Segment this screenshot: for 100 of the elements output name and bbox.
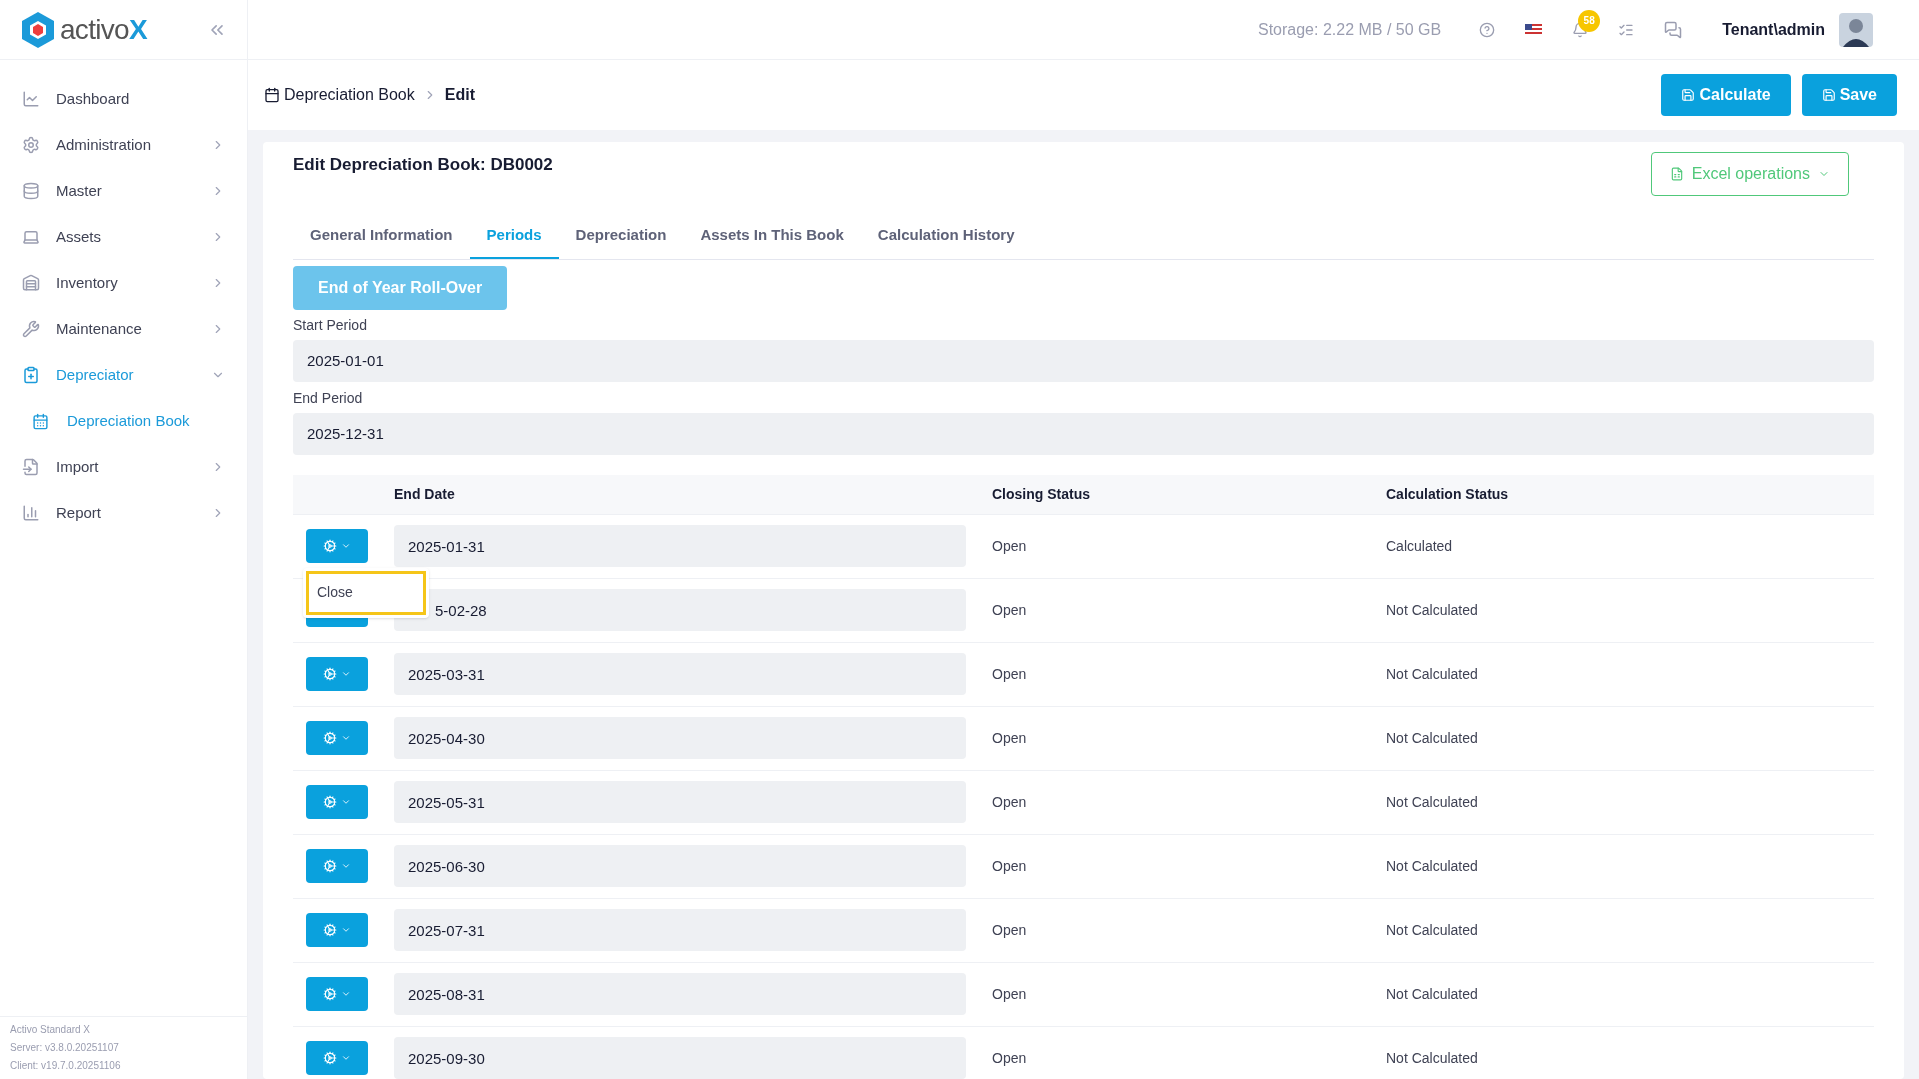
caret-icon: [341, 541, 351, 551]
calculation-status: Not Calculated: [1386, 984, 1478, 1004]
closing-status: Open: [992, 856, 1028, 876]
version-text: Server: v3.8.0.20251107: [10, 1041, 120, 1055]
start-period-field[interactable]: 2025-01-01: [293, 339, 1874, 382]
caret-icon: [341, 989, 351, 999]
caret-icon: [341, 861, 351, 871]
gear-icon: [323, 923, 337, 937]
sidebar-item[interactable]: Administration: [0, 122, 247, 168]
field-label: End Period: [293, 388, 364, 408]
sidebar-item[interactable]: Dashboard: [0, 76, 247, 122]
closing-status: Open: [992, 728, 1028, 748]
end-period-field[interactable]: 2025-12-31: [293, 412, 1874, 455]
gear-dropdown-button[interactable]: [306, 657, 368, 691]
closing-status: Open: [992, 1048, 1028, 1068]
brand-name: activoX: [60, 12, 147, 47]
end-date-field[interactable]: 2025-01-31: [394, 525, 966, 567]
flag-icon[interactable]: [1525, 23, 1543, 36]
user-name[interactable]: Tenant\admin: [1722, 17, 1825, 42]
file-import-icon: [22, 458, 40, 476]
calculation-status: Not Calculated: [1386, 920, 1478, 940]
calendar-icon: [264, 87, 280, 103]
sidebar-item[interactable]: Report: [0, 490, 247, 536]
gear-icon: [323, 1051, 337, 1065]
laptop-icon: [22, 228, 40, 246]
end-date-field[interactable]: 2025-05-31: [394, 781, 966, 823]
gear-icon: [323, 987, 337, 1001]
tab[interactable]: Calculation History: [860, 224, 1032, 259]
end-date-field[interactable]: 2025-03-31: [394, 653, 966, 695]
gear-dropdown-button[interactable]: [306, 721, 368, 755]
database-icon: [22, 182, 40, 200]
tab[interactable]: General Information: [293, 224, 470, 259]
gear-icon: [323, 667, 337, 681]
gear-icon: [323, 859, 337, 873]
calculation-status: Not Calculated: [1386, 728, 1478, 748]
caret-icon: [341, 797, 351, 807]
end-date-field[interactable]: 2025-07-31: [394, 909, 966, 951]
field-label: Start Period: [293, 315, 368, 335]
column-header: End Date: [394, 484, 456, 504]
breadcrumb-current: Edit: [444, 85, 475, 105]
version-text: Activo Standard X: [10, 1023, 92, 1037]
tab[interactable]: Depreciation: [558, 224, 684, 259]
gear-dropdown-button[interactable]: [306, 849, 368, 883]
closing-status: Open: [992, 536, 1028, 556]
gear-icon: [323, 731, 337, 745]
sidebar-item[interactable]: Master: [0, 168, 247, 214]
calculation-status: Calculated: [1386, 536, 1453, 556]
column-header: Closing Status: [992, 484, 1091, 504]
gear-dropdown-button[interactable]: [306, 913, 368, 947]
sidebar-item[interactable]: Inventory: [0, 260, 247, 306]
spreadsheet-icon: [1669, 167, 1684, 181]
notification-badge: 58: [1578, 9, 1601, 32]
save-icon: [1681, 88, 1696, 102]
end-date-field[interactable]: 2025-06-30: [394, 845, 966, 887]
avatar-icon[interactable]: [1839, 12, 1873, 47]
closing-status: Open: [992, 600, 1028, 620]
closing-status: Open: [992, 664, 1028, 684]
calculation-status: Not Calculated: [1386, 664, 1478, 684]
gear-dropdown-button[interactable]: [306, 1041, 368, 1075]
closing-status: Open: [992, 792, 1028, 812]
end-date-field[interactable]: 2025-04-30: [394, 717, 966, 759]
caret-icon: [341, 733, 351, 743]
end-date-field[interactable]: 2025-08-31: [394, 973, 966, 1015]
gear-dropdown-button[interactable]: [306, 977, 368, 1011]
menu-item[interactable]: Close: [306, 570, 426, 615]
calculation-status: Not Calculated: [1386, 856, 1478, 876]
sidebar-item[interactable]: Assets: [0, 214, 247, 260]
calculation-status: Not Calculated: [1386, 1048, 1478, 1068]
clipboard-icon: [22, 366, 40, 384]
version-text: Client: v19.7.0.20251106: [10, 1059, 122, 1073]
gear-dropdown-button[interactable]: [306, 785, 368, 819]
gear-icon: [323, 539, 337, 553]
caret-icon: [341, 925, 351, 935]
gear-dropdown-button[interactable]: [306, 529, 368, 563]
end-date-field[interactable]: 5-02-28: [394, 589, 966, 631]
storage-text: Storage: 2.22 MB / 50 GB: [1257, 19, 1442, 40]
calendar-icon: [32, 412, 49, 430]
sidebar-item[interactable]: Import: [0, 444, 247, 490]
column-header: Calculation Status: [1386, 484, 1509, 504]
warehouse-icon: [22, 274, 40, 292]
caret-icon: [341, 1053, 351, 1063]
gear-icon: [22, 136, 40, 154]
closing-status: Open: [992, 984, 1028, 1004]
caret-icon: [341, 669, 351, 679]
bar-chart-icon: [22, 504, 40, 522]
calculation-status: Not Calculated: [1386, 792, 1478, 812]
sidebar-item[interactable]: Maintenance: [0, 306, 247, 352]
end-date-field[interactable]: 2025-09-30: [394, 1037, 966, 1079]
save-icon: [1821, 88, 1836, 102]
help-icon[interactable]: [1479, 21, 1496, 38]
closing-status: Open: [992, 920, 1028, 940]
gear-icon: [323, 795, 337, 809]
card-title: Edit Depreciation Book: DB0002: [293, 154, 553, 176]
logo-icon: [20, 9, 56, 50]
calculation-status: Not Calculated: [1386, 600, 1478, 620]
chat-icon[interactable]: [1664, 20, 1683, 39]
tools-icon: [22, 320, 40, 338]
line-chart-icon: [22, 90, 40, 108]
breadcrumb-link[interactable]: Depreciation Book: [284, 83, 415, 107]
tab[interactable]: Assets In This Book: [683, 224, 861, 259]
